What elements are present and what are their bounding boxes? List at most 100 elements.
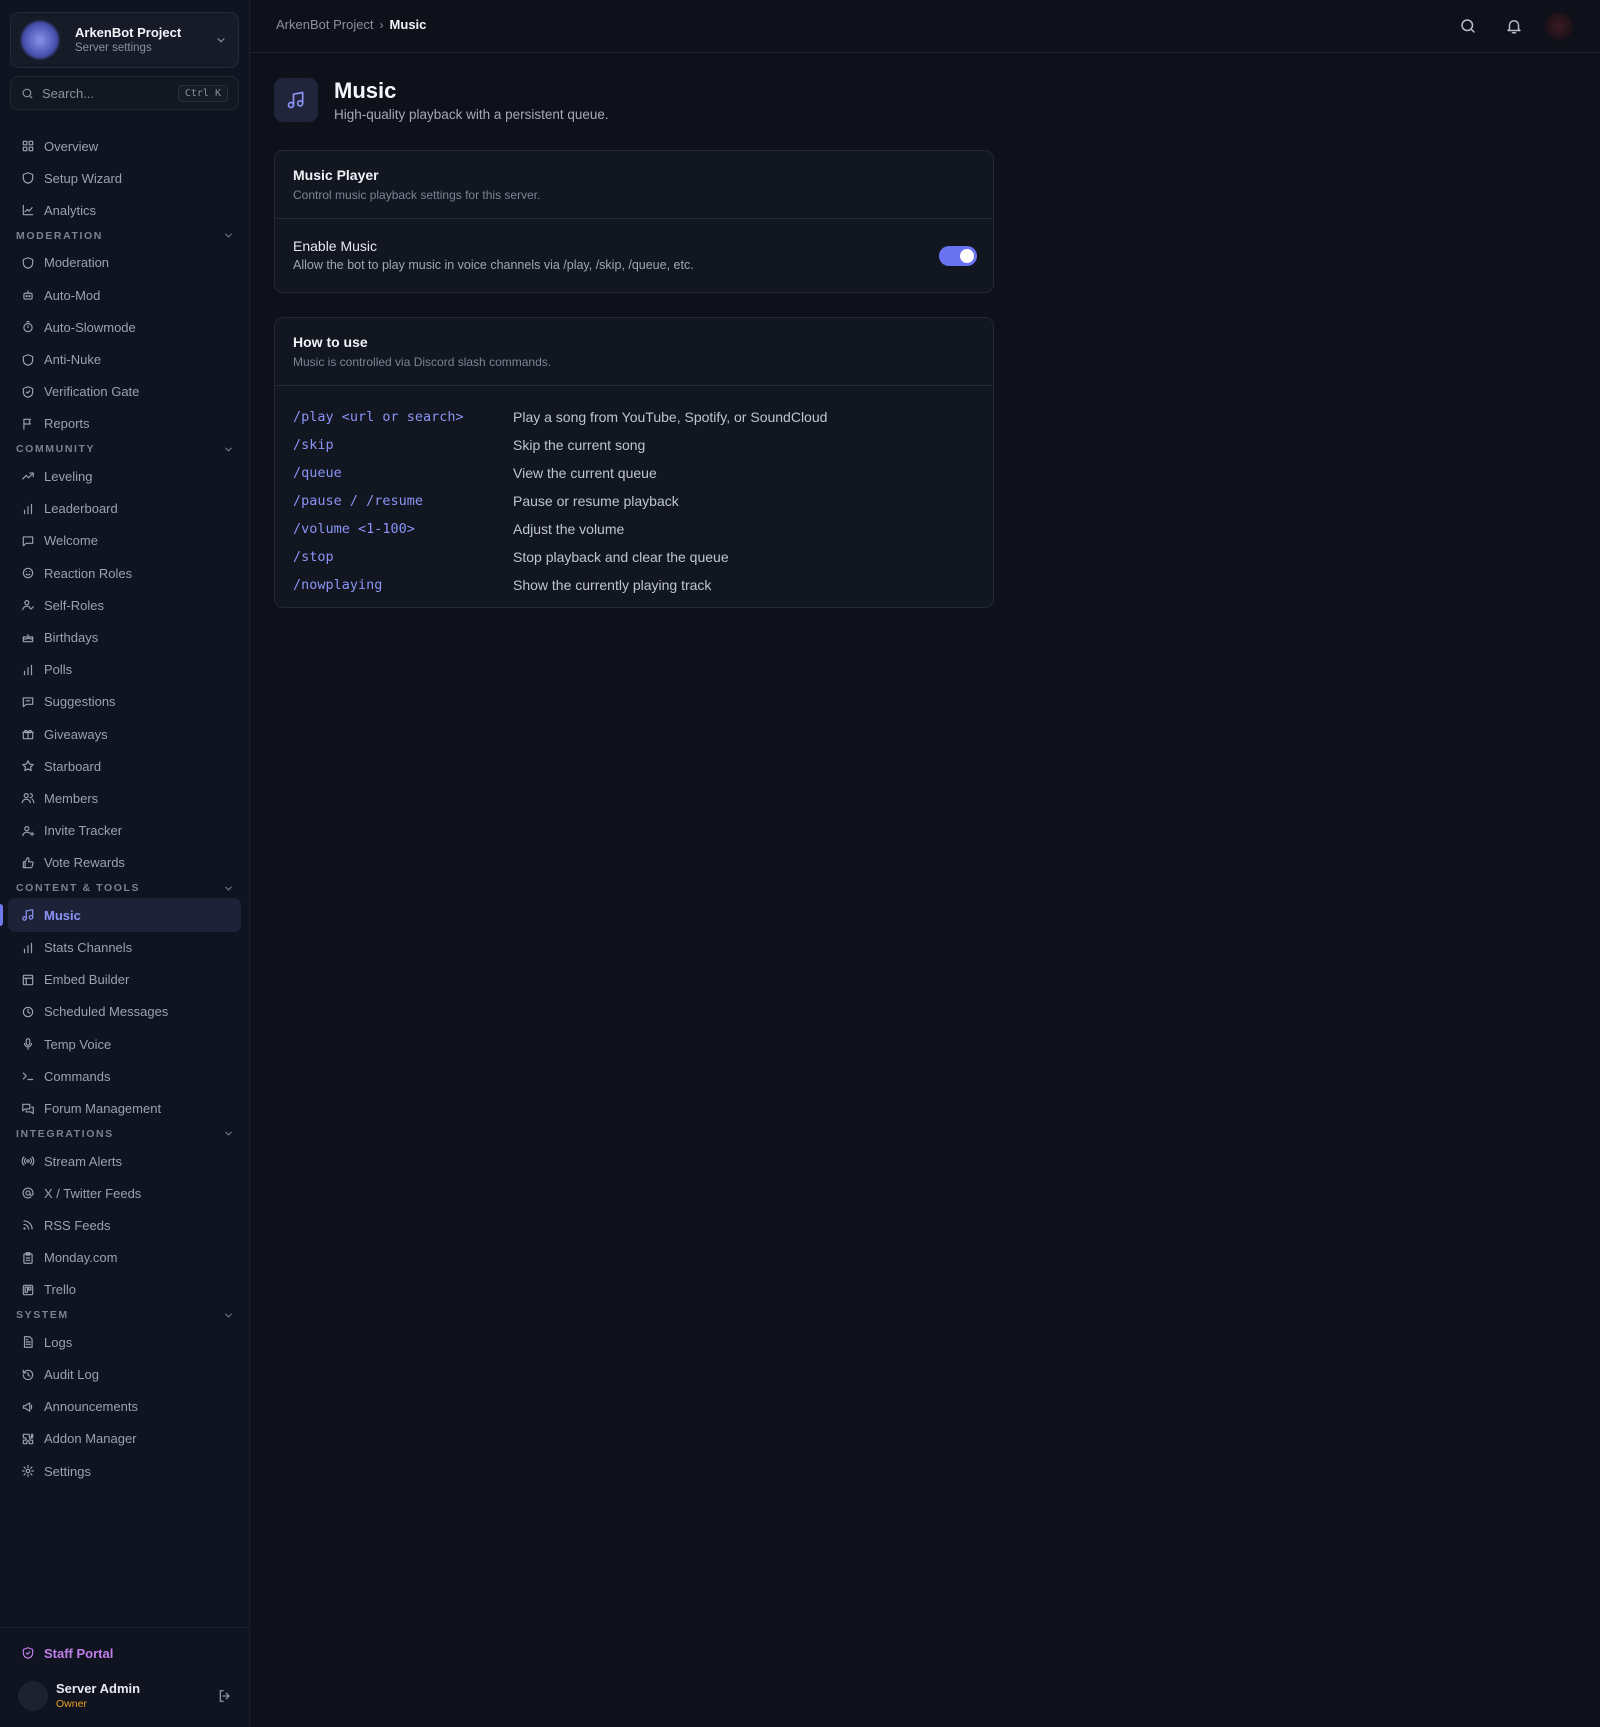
sidebar-item-settings[interactable]: Settings	[8, 1454, 241, 1488]
sidebar-item-commands[interactable]: Commands	[8, 1059, 241, 1093]
search-placeholder: Search...	[42, 85, 95, 101]
section-title: CONTENT & TOOLS	[16, 882, 141, 894]
sidebar-item-polls[interactable]: Polls	[8, 653, 241, 687]
sidebar-item-label: Audit Log	[44, 1367, 99, 1382]
enable-music-toggle[interactable]	[939, 246, 977, 266]
trending-up-icon	[22, 472, 34, 480]
sidebar-item-leveling[interactable]: Leveling	[8, 459, 241, 493]
sidebar-item-invite-tracker[interactable]: Invite Tracker	[8, 814, 241, 848]
sidebar-item-auto-mod[interactable]: Auto-Mod	[8, 278, 241, 312]
section-integrations[interactable]: INTEGRATIONS	[16, 1126, 234, 1142]
sidebar-item-label: Commands	[44, 1068, 111, 1084]
sidebar-item-suggestions[interactable]: Suggestions	[8, 685, 241, 719]
sidebar-item-temp-voice[interactable]: Temp Voice	[8, 1027, 241, 1061]
sidebar-item-label: Overview	[44, 138, 99, 154]
sidebar-item-x-twitter-feeds[interactable]: X / Twitter Feeds	[8, 1176, 241, 1210]
sidebar-item-label: Welcome	[44, 533, 98, 549]
card-header: Music Player Control music playback sett…	[275, 151, 993, 219]
sidebar-item-giveaways[interactable]: Giveaways	[8, 717, 241, 751]
sidebar-item-label: Anti-Nuke	[44, 352, 102, 367]
chevron-down-icon	[225, 1131, 232, 1136]
sidebar-item-verification-gate[interactable]: Verification Gate	[8, 375, 241, 409]
sidebar-item-overview[interactable]: Overview	[8, 129, 241, 163]
sidebar-item-auto-slowmode[interactable]: Auto-Slowmode	[8, 310, 241, 344]
staff-portal-link[interactable]: Staff Portal	[8, 1636, 241, 1670]
sidebar-item-welcome[interactable]: Welcome	[8, 524, 241, 558]
sidebar-item-trello[interactable]: Trello	[8, 1273, 241, 1307]
sidebar-search[interactable]: Search... Ctrl K	[10, 76, 239, 110]
sidebar-item-reports[interactable]: Reports	[8, 407, 241, 441]
sidebar-item-anti-nuke[interactable]: Anti-Nuke	[8, 343, 241, 377]
section-moderation[interactable]: MODERATION	[16, 228, 234, 244]
sidebar-item-rss-feeds[interactable]: RSS Feeds	[8, 1208, 241, 1242]
sidebar-item-audit-log[interactable]: Audit Log	[8, 1358, 241, 1392]
logout-icon[interactable]	[217, 1688, 233, 1704]
music-player-card: Music Player Control music playback sett…	[274, 150, 994, 293]
clipboard-icon	[23, 1251, 33, 1264]
sidebar-item-label: Moderation	[44, 255, 110, 271]
command-row: /play <url or search> Play a song from Yo…	[293, 403, 975, 431]
setting-title: Enable Music	[293, 238, 378, 254]
sidebar-item-birthdays[interactable]: Birthdays	[8, 620, 241, 654]
staff-portal-label: Staff Portal	[44, 1645, 114, 1661]
section-content-tools[interactable]: CONTENT & TOOLS	[16, 880, 234, 896]
command-row: /skip Skip the current song	[293, 431, 975, 459]
topbar: ArkenBot Project › Music	[250, 0, 1600, 53]
sidebar-item-label: Auto-Slowmode	[44, 319, 136, 335]
shield-check-icon	[22, 1647, 34, 1659]
command-list: /play <url or search> Play a song from Yo…	[275, 386, 993, 607]
sidebar-item-label: Auto-Mod	[44, 287, 101, 303]
search-icon[interactable]	[1459, 17, 1477, 35]
bell-icon[interactable]	[1505, 17, 1523, 35]
sidebar-item-label: Setup Wizard	[44, 170, 123, 186]
sidebar-item-label: Scheduled Messages	[44, 1004, 169, 1020]
breadcrumb: ArkenBot Project › Music	[276, 17, 426, 32]
users-icon	[21, 793, 35, 804]
chart-line-icon	[22, 205, 34, 216]
shield-icon	[22, 257, 34, 269]
sidebar-item-stream-alerts[interactable]: Stream Alerts	[8, 1144, 241, 1178]
sidebar-item-label: X / Twitter Feeds	[44, 1185, 142, 1201]
sidebar-item-music[interactable]: Music	[8, 898, 241, 933]
bot-icon	[23, 290, 33, 300]
avatar[interactable]	[18, 1681, 48, 1711]
shield-check-icon	[22, 385, 34, 398]
breadcrumb-parent[interactable]: ArkenBot Project	[276, 17, 374, 32]
clock-icon	[22, 1006, 34, 1018]
server-switcher[interactable]: ArkenBot Project Server settings	[10, 12, 239, 68]
sidebar-item-label: Verification Gate	[44, 384, 140, 400]
sidebar-item-label: Trello	[44, 1282, 77, 1298]
sidebar-item-self-roles[interactable]: Self-Roles	[8, 588, 241, 622]
sidebar-item-members[interactable]: Members	[8, 781, 241, 815]
command-row: /queue View the current queue	[293, 459, 975, 487]
sidebar-item-announcements[interactable]: Announcements	[8, 1390, 241, 1424]
command-description: Show the currently playing track	[513, 577, 712, 593]
sidebar-item-label: Self-Roles	[44, 597, 104, 613]
sidebar-item-label: Embed Builder	[44, 972, 130, 988]
sidebar-item-vote-rewards[interactable]: Vote Rewards	[8, 846, 241, 880]
sidebar-item-reaction-roles[interactable]: Reaction Roles	[8, 556, 241, 590]
sidebar-item-label: Starboard	[44, 758, 102, 774]
section-title: SYSTEM	[16, 1309, 69, 1321]
sidebar-item-starboard[interactable]: Starboard	[8, 749, 241, 783]
sidebar-item-moderation[interactable]: Moderation	[8, 246, 241, 280]
sidebar-item-embed-builder[interactable]: Embed Builder	[8, 963, 241, 997]
card-header: How to use Music is controlled via Disco…	[275, 318, 993, 386]
history-icon	[22, 1369, 34, 1380]
sidebar-item-scheduled-messages[interactable]: Scheduled Messages	[8, 995, 241, 1029]
avatar[interactable]	[1545, 12, 1573, 40]
sidebar-item-label: Members	[44, 790, 99, 806]
section-system[interactable]: SYSTEM	[16, 1307, 234, 1323]
sidebar-item-addon-manager[interactable]: Addon Manager	[8, 1422, 241, 1456]
chevron-updown-icon	[217, 38, 225, 43]
sidebar-item-setup-wizard[interactable]: Setup Wizard	[8, 161, 241, 195]
sidebar-item-monday-com[interactable]: Monday.com	[8, 1241, 241, 1275]
sidebar-item-analytics[interactable]: Analytics	[8, 193, 241, 227]
page-subtitle: High-quality playback with a persistent …	[334, 107, 609, 122]
music-icon	[287, 91, 304, 109]
sidebar-item-forum-management[interactable]: Forum Management	[8, 1092, 241, 1126]
sidebar-item-leaderboard[interactable]: Leaderboard	[8, 492, 241, 526]
sidebar-item-stats-channels[interactable]: Stats Channels	[8, 931, 241, 965]
section-community[interactable]: COMMUNITY	[16, 441, 234, 457]
sidebar-item-logs[interactable]: Logs	[8, 1325, 241, 1359]
